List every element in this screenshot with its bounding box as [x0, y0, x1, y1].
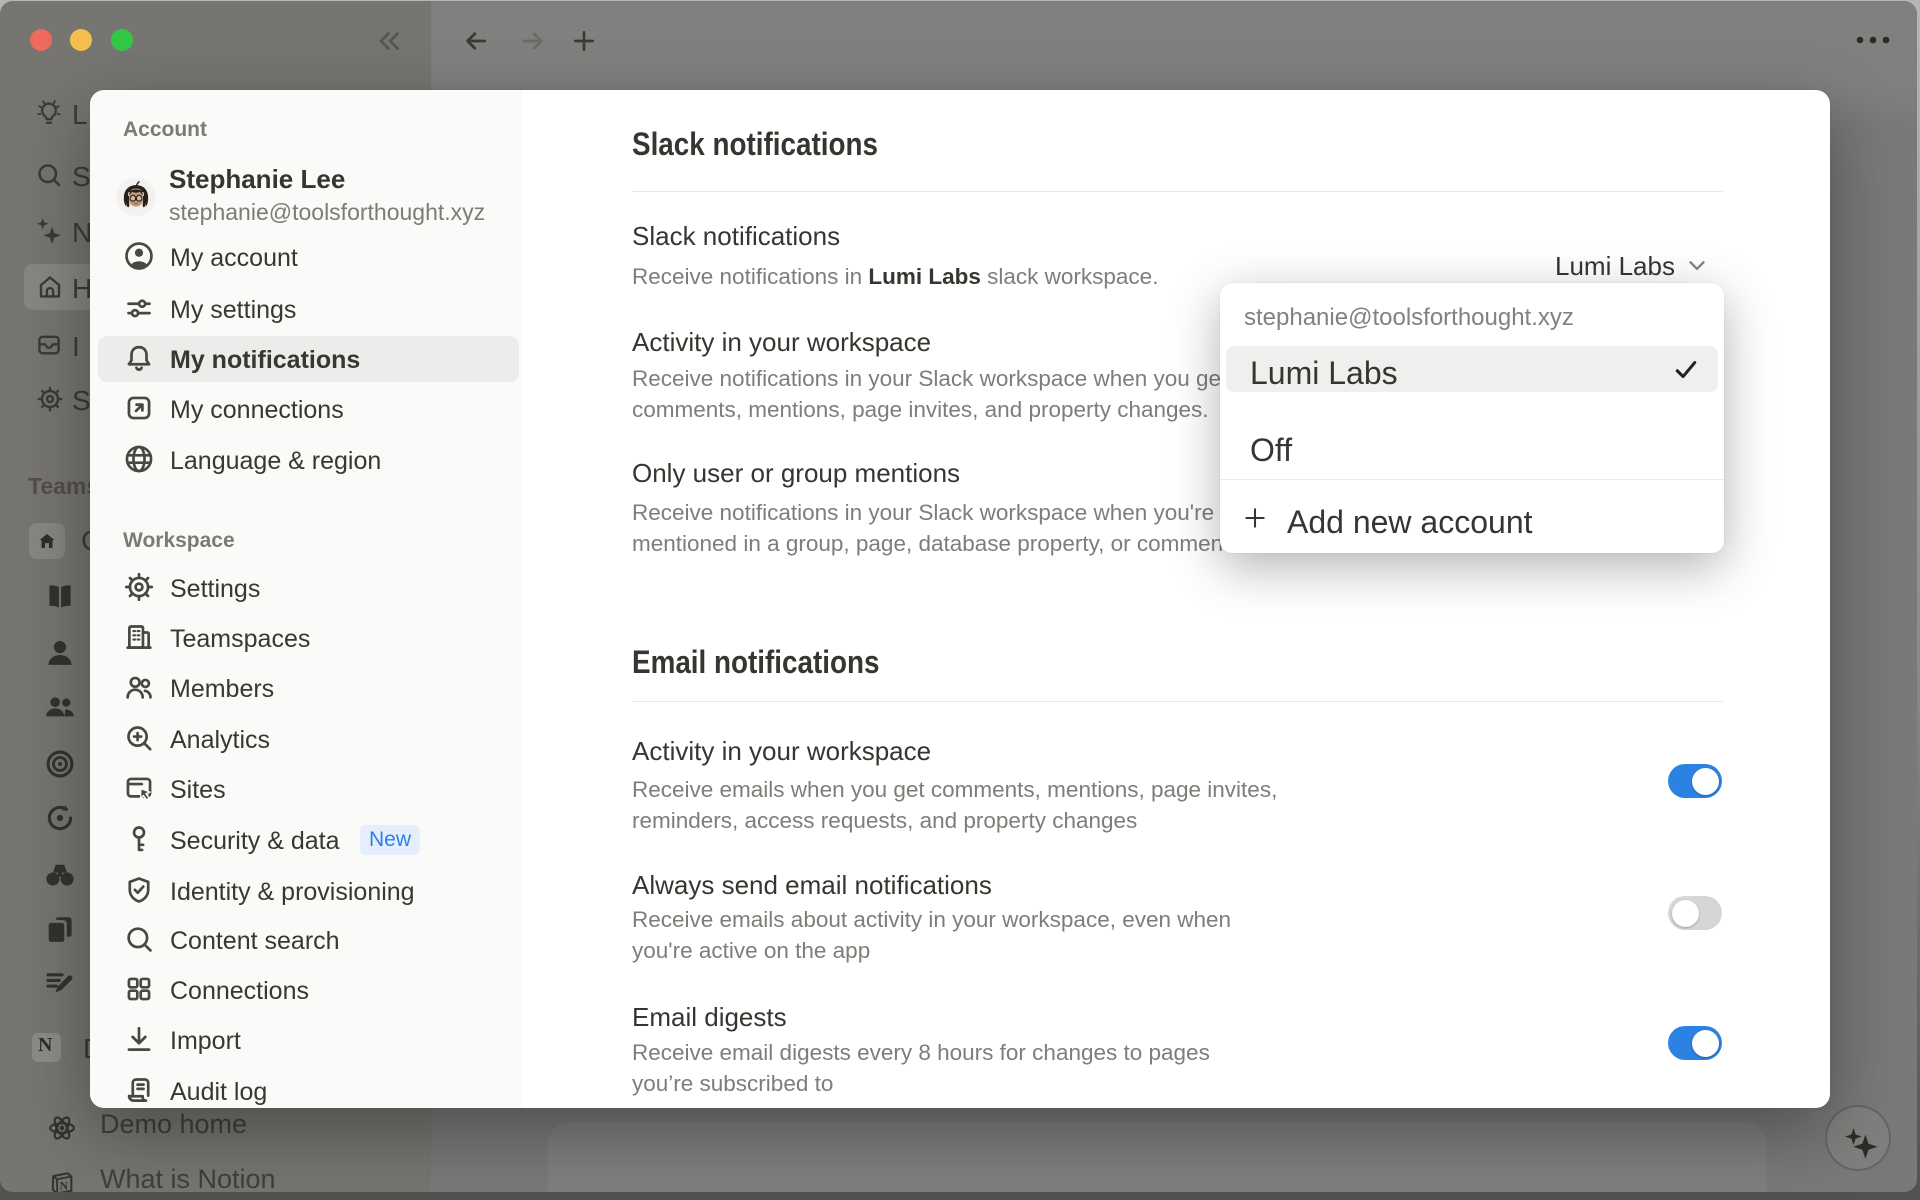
- svg-text:N: N: [60, 1179, 69, 1193]
